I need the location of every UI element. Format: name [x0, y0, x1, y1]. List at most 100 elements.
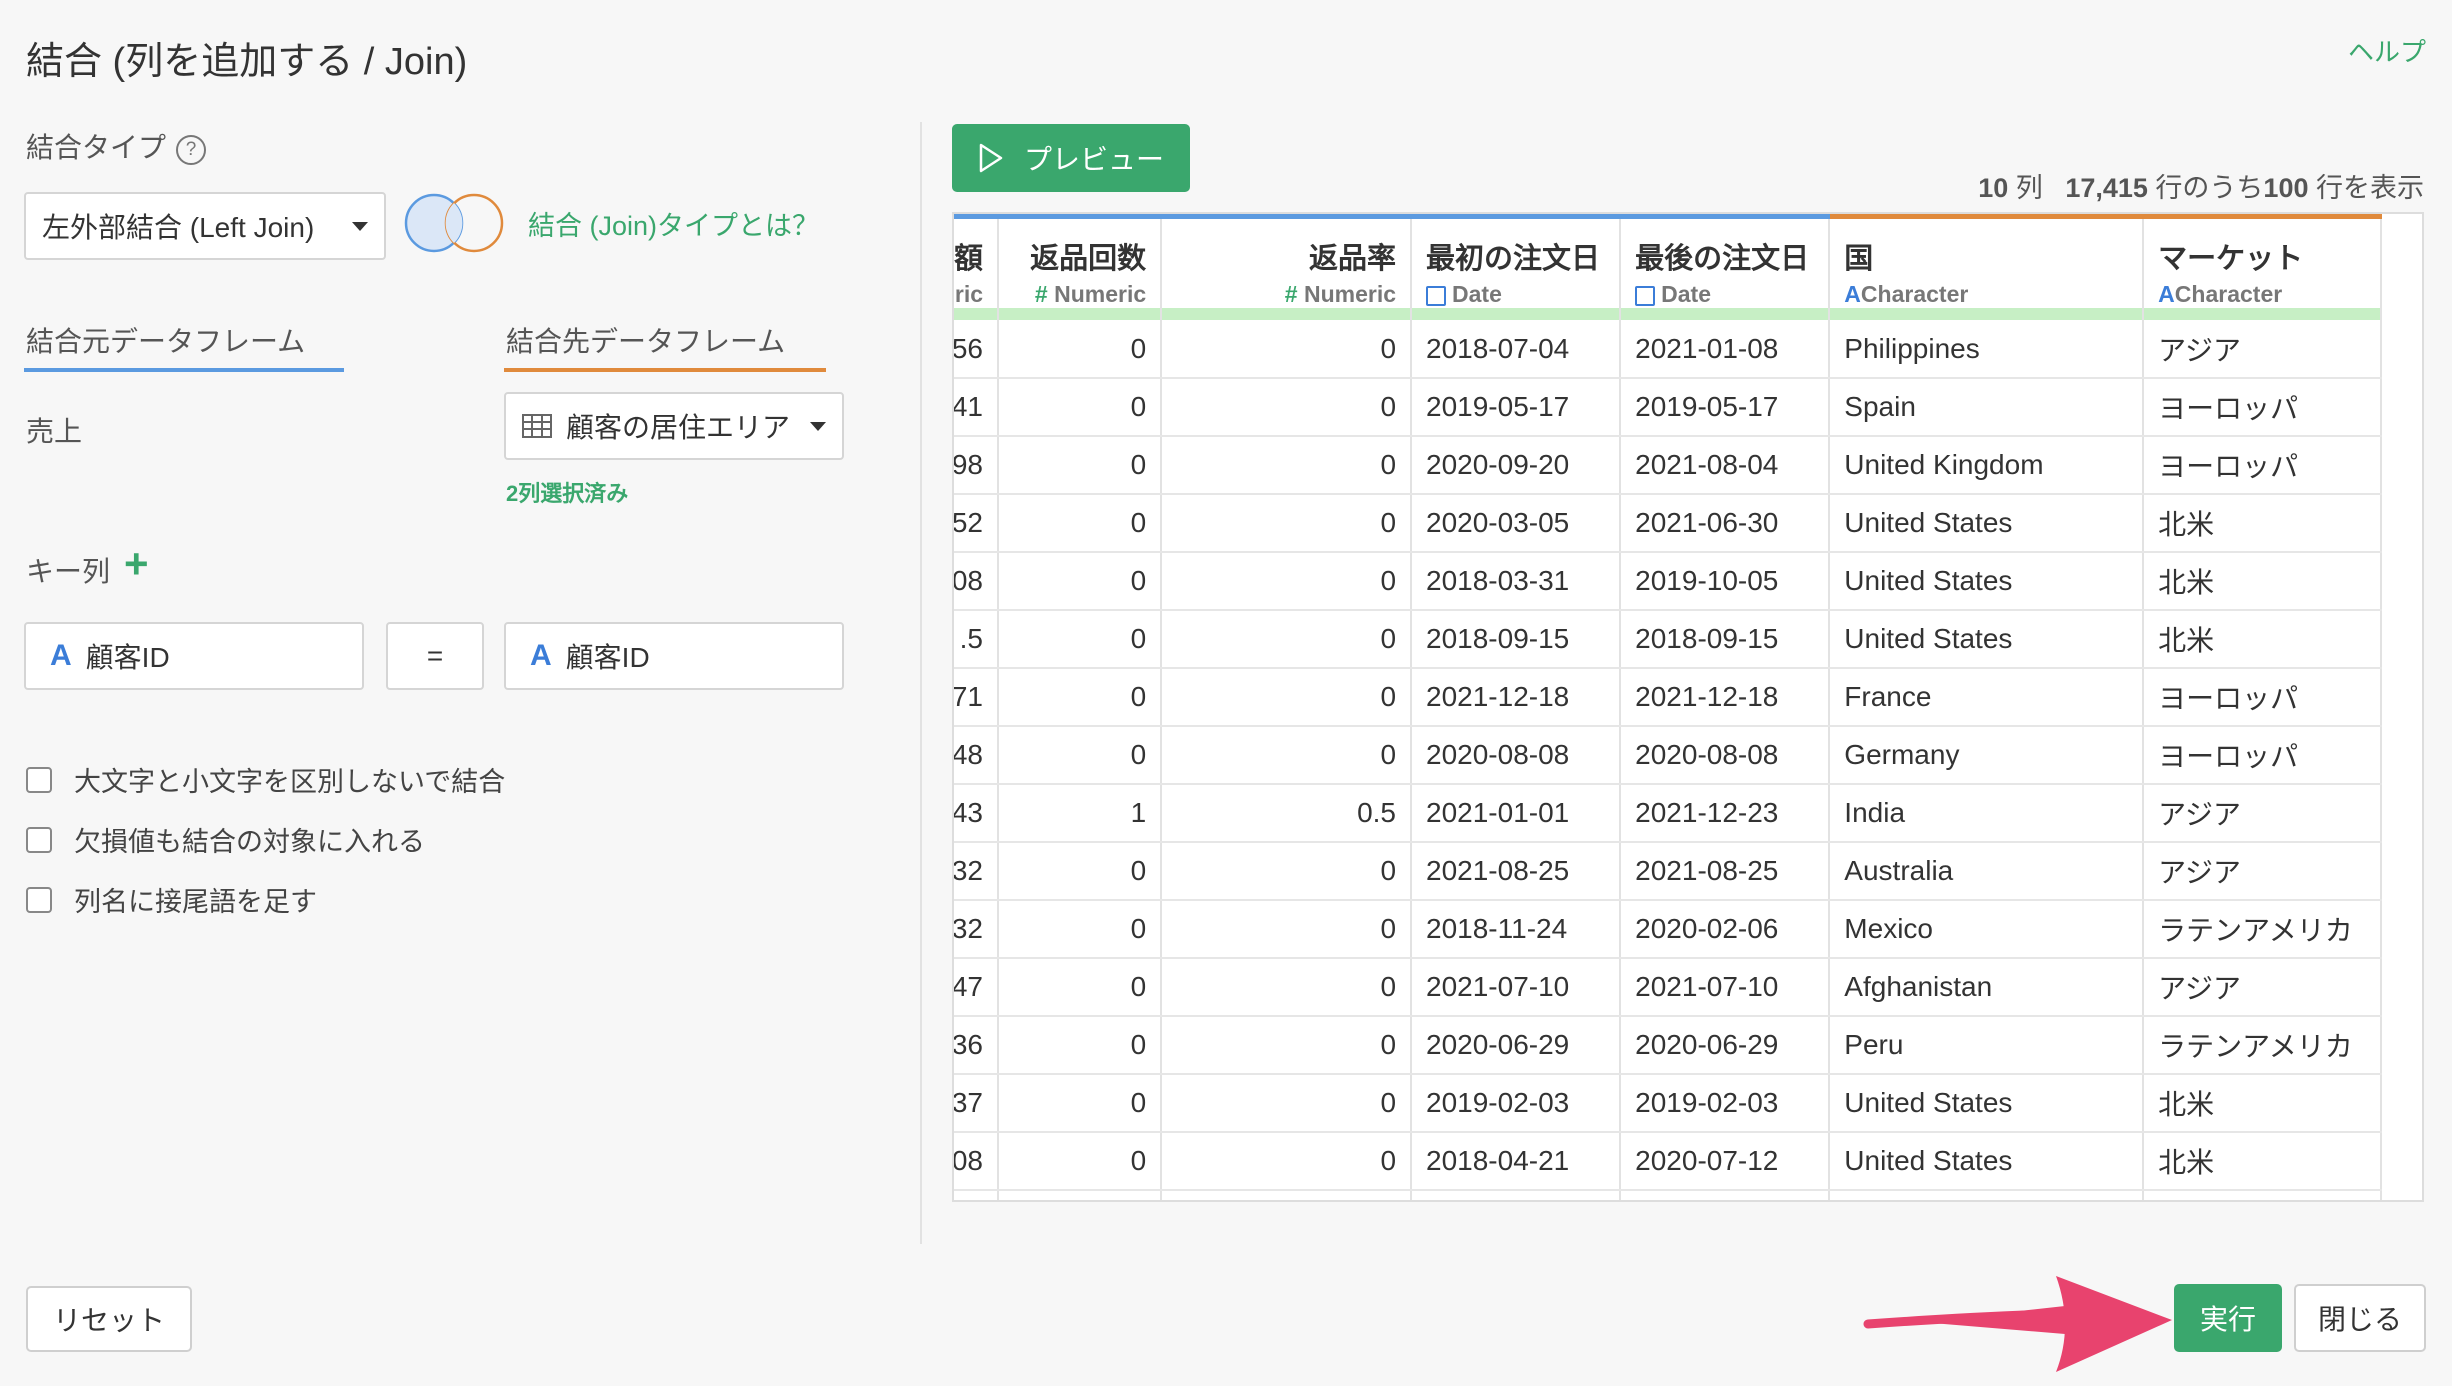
table-cell[interactable]: 2019-02-03 — [1620, 1074, 1831, 1133]
table-cell[interactable]: 2021-06-30 — [1620, 494, 1831, 553]
table-cell[interactable]: ヨーロッパ — [2143, 378, 2382, 437]
target-df-select[interactable]: 顧客の居住エリア — [504, 392, 844, 460]
table-cell[interactable]: 2020-09-20 — [1411, 436, 1622, 495]
table-cell[interactable]: 2021-07-10 — [1620, 958, 1831, 1017]
join-type-info-link[interactable]: 結合 (Join)タイプとは？ — [528, 204, 819, 243]
table-cell[interactable]: 2020-08-08 — [1620, 726, 1831, 785]
table-cell[interactable]: 0 — [998, 378, 1163, 437]
table-cell[interactable]: 0 — [998, 494, 1163, 553]
table-cell[interactable]: 0 — [998, 436, 1163, 495]
option-add-suffix[interactable]: 列名に接尾語を足す — [26, 880, 317, 919]
table-cell[interactable]: Philippines — [1829, 320, 2145, 379]
table-cell[interactable]: 48 — [954, 726, 1000, 785]
column-header[interactable]: 返品回数 # Numeric — [998, 214, 1163, 308]
table-cell[interactable]: Spain — [1829, 378, 2145, 437]
table-cell[interactable]: 0 — [1161, 958, 1413, 1017]
table-cell[interactable]: United States — [1829, 494, 2145, 553]
reset-button[interactable]: リセット — [26, 1286, 192, 1352]
table-cell[interactable]: 71 — [954, 668, 1000, 727]
table-cell[interactable]: Afghanistan — [1829, 958, 2145, 1017]
table-cell[interactable]: United States — [1829, 1074, 2145, 1133]
add-key-icon[interactable]: + — [124, 540, 149, 588]
table-cell[interactable]: United States — [1829, 610, 2145, 669]
table-cell[interactable]: 北米 — [2143, 1132, 2382, 1191]
option-include-missing[interactable]: 欠損値も結合の対象に入れる — [26, 820, 425, 859]
table-cell[interactable]: 0 — [1161, 1132, 1413, 1191]
table-cell[interactable]: 北米 — [2143, 494, 2382, 553]
table-cell[interactable]: アジア — [2143, 958, 2382, 1017]
table-cell[interactable]: 0 — [1161, 1016, 1413, 1075]
table-cell[interactable]: 32 — [954, 900, 1000, 959]
table-cell[interactable]: 0 — [998, 726, 1163, 785]
left-key-select[interactable]: A 顧客ID — [24, 622, 364, 690]
table-cell[interactable]: United States — [1829, 552, 2145, 611]
table-cell[interactable]: 2018-07-04 — [1411, 320, 1622, 379]
table-cell[interactable]: 08 — [954, 1132, 1000, 1191]
table-cell[interactable]: 北米 — [2143, 552, 2382, 611]
table-cell[interactable]: 2020-06-29 — [1620, 1016, 1831, 1075]
table-cell[interactable]: 2020-08-08 — [1411, 726, 1622, 785]
table-cell[interactable]: 47 — [954, 958, 1000, 1017]
table-cell[interactable]: 2019-02-03 — [1411, 1074, 1622, 1133]
table-cell[interactable]: 0 — [998, 610, 1163, 669]
help-link[interactable]: ヘルプ — [2348, 32, 2426, 69]
table-cell[interactable]: 北米 — [2143, 610, 2382, 669]
table-cell[interactable]: Mexico — [1829, 900, 2145, 959]
table-cell[interactable]: 0 — [998, 1016, 1163, 1075]
table-cell[interactable]: 0 — [998, 1132, 1163, 1191]
table-cell[interactable]: 0 — [998, 958, 1163, 1017]
table-cell[interactable]: 2018-09-15 — [1411, 610, 1622, 669]
table-cell[interactable]: 2021-12-18 — [1411, 668, 1622, 727]
table-cell[interactable]: 37 — [954, 1074, 1000, 1133]
key-operator[interactable]: = — [386, 622, 484, 690]
table-cell[interactable]: 32 — [954, 842, 1000, 901]
table-cell[interactable]: 0 — [998, 320, 1163, 379]
table-cell[interactable]: 2020-02-06 — [1620, 900, 1831, 959]
table-cell[interactable]: アジア — [2143, 842, 2382, 901]
table-cell[interactable]: 41 — [954, 378, 1000, 437]
table-cell[interactable]: Australia — [1829, 842, 2145, 901]
table-cell[interactable]: United States — [1829, 1132, 2145, 1191]
table-cell[interactable]: 56 — [954, 320, 1000, 379]
table-cell[interactable]: Peru — [1829, 1016, 2145, 1075]
table-cell[interactable]: ラテンアメリカ — [2143, 1016, 2382, 1075]
table-cell[interactable]: 0 — [998, 668, 1163, 727]
column-header[interactable]: 最後の注文日 Date — [1620, 214, 1831, 308]
table-cell[interactable]: ヨーロッパ — [2143, 726, 2382, 785]
column-header[interactable]: 国 ACharacter — [1829, 214, 2145, 308]
table-cell[interactable]: 0.5 — [1161, 784, 1413, 843]
selected-columns-count-link[interactable]: 2列選択済み — [506, 476, 628, 508]
table-cell[interactable]: 2018-03-31 — [1411, 552, 1622, 611]
table-cell[interactable]: 2021-08-04 — [1620, 436, 1831, 495]
table-cell[interactable]: 0 — [998, 552, 1163, 611]
table-cell[interactable]: India — [1829, 784, 2145, 843]
table-cell[interactable]: 2019-10-05 — [1620, 552, 1831, 611]
table-cell[interactable]: United Kingdom — [1829, 436, 2145, 495]
table-cell[interactable]: 0 — [998, 842, 1163, 901]
table-cell[interactable]: 52 — [954, 494, 1000, 553]
table-cell[interactable]: 2021-01-01 — [1411, 784, 1622, 843]
table-cell[interactable]: 0 — [1161, 900, 1413, 959]
table-cell[interactable]: 2020-03-05 — [1411, 494, 1622, 553]
option-case-insensitive[interactable]: 大文字と小文字を区別しないで結合 — [26, 760, 505, 799]
checkbox[interactable] — [26, 826, 52, 853]
table-cell[interactable]: 1 — [998, 784, 1163, 843]
table-cell[interactable]: 2021-08-25 — [1620, 842, 1831, 901]
table-cell[interactable]: Germany — [1829, 726, 2145, 785]
checkbox[interactable] — [26, 886, 52, 913]
table-cell[interactable]: 2021-12-23 — [1620, 784, 1831, 843]
table-cell[interactable]: 2021-12-18 — [1620, 668, 1831, 727]
right-key-select[interactable]: A 顧客ID — [504, 622, 844, 690]
table-cell[interactable]: 0 — [1161, 320, 1413, 379]
table-cell[interactable]: 0 — [1161, 436, 1413, 495]
table-cell[interactable]: ラテンアメリカ — [2143, 900, 2382, 959]
table-cell[interactable]: 2021-07-10 — [1411, 958, 1622, 1017]
table-cell[interactable]: 2020-06-29 — [1411, 1016, 1622, 1075]
table-cell[interactable]: 08 — [954, 552, 1000, 611]
table-cell[interactable]: 2019-05-17 — [1411, 378, 1622, 437]
table-cell[interactable]: 0 — [1161, 1074, 1413, 1133]
column-header[interactable]: 最初の注文日 Date — [1411, 214, 1622, 308]
close-button[interactable]: 閉じる — [2294, 1284, 2426, 1352]
table-cell[interactable]: 2021-01-08 — [1620, 320, 1831, 379]
table-cell[interactable]: 北米 — [2143, 1074, 2382, 1133]
